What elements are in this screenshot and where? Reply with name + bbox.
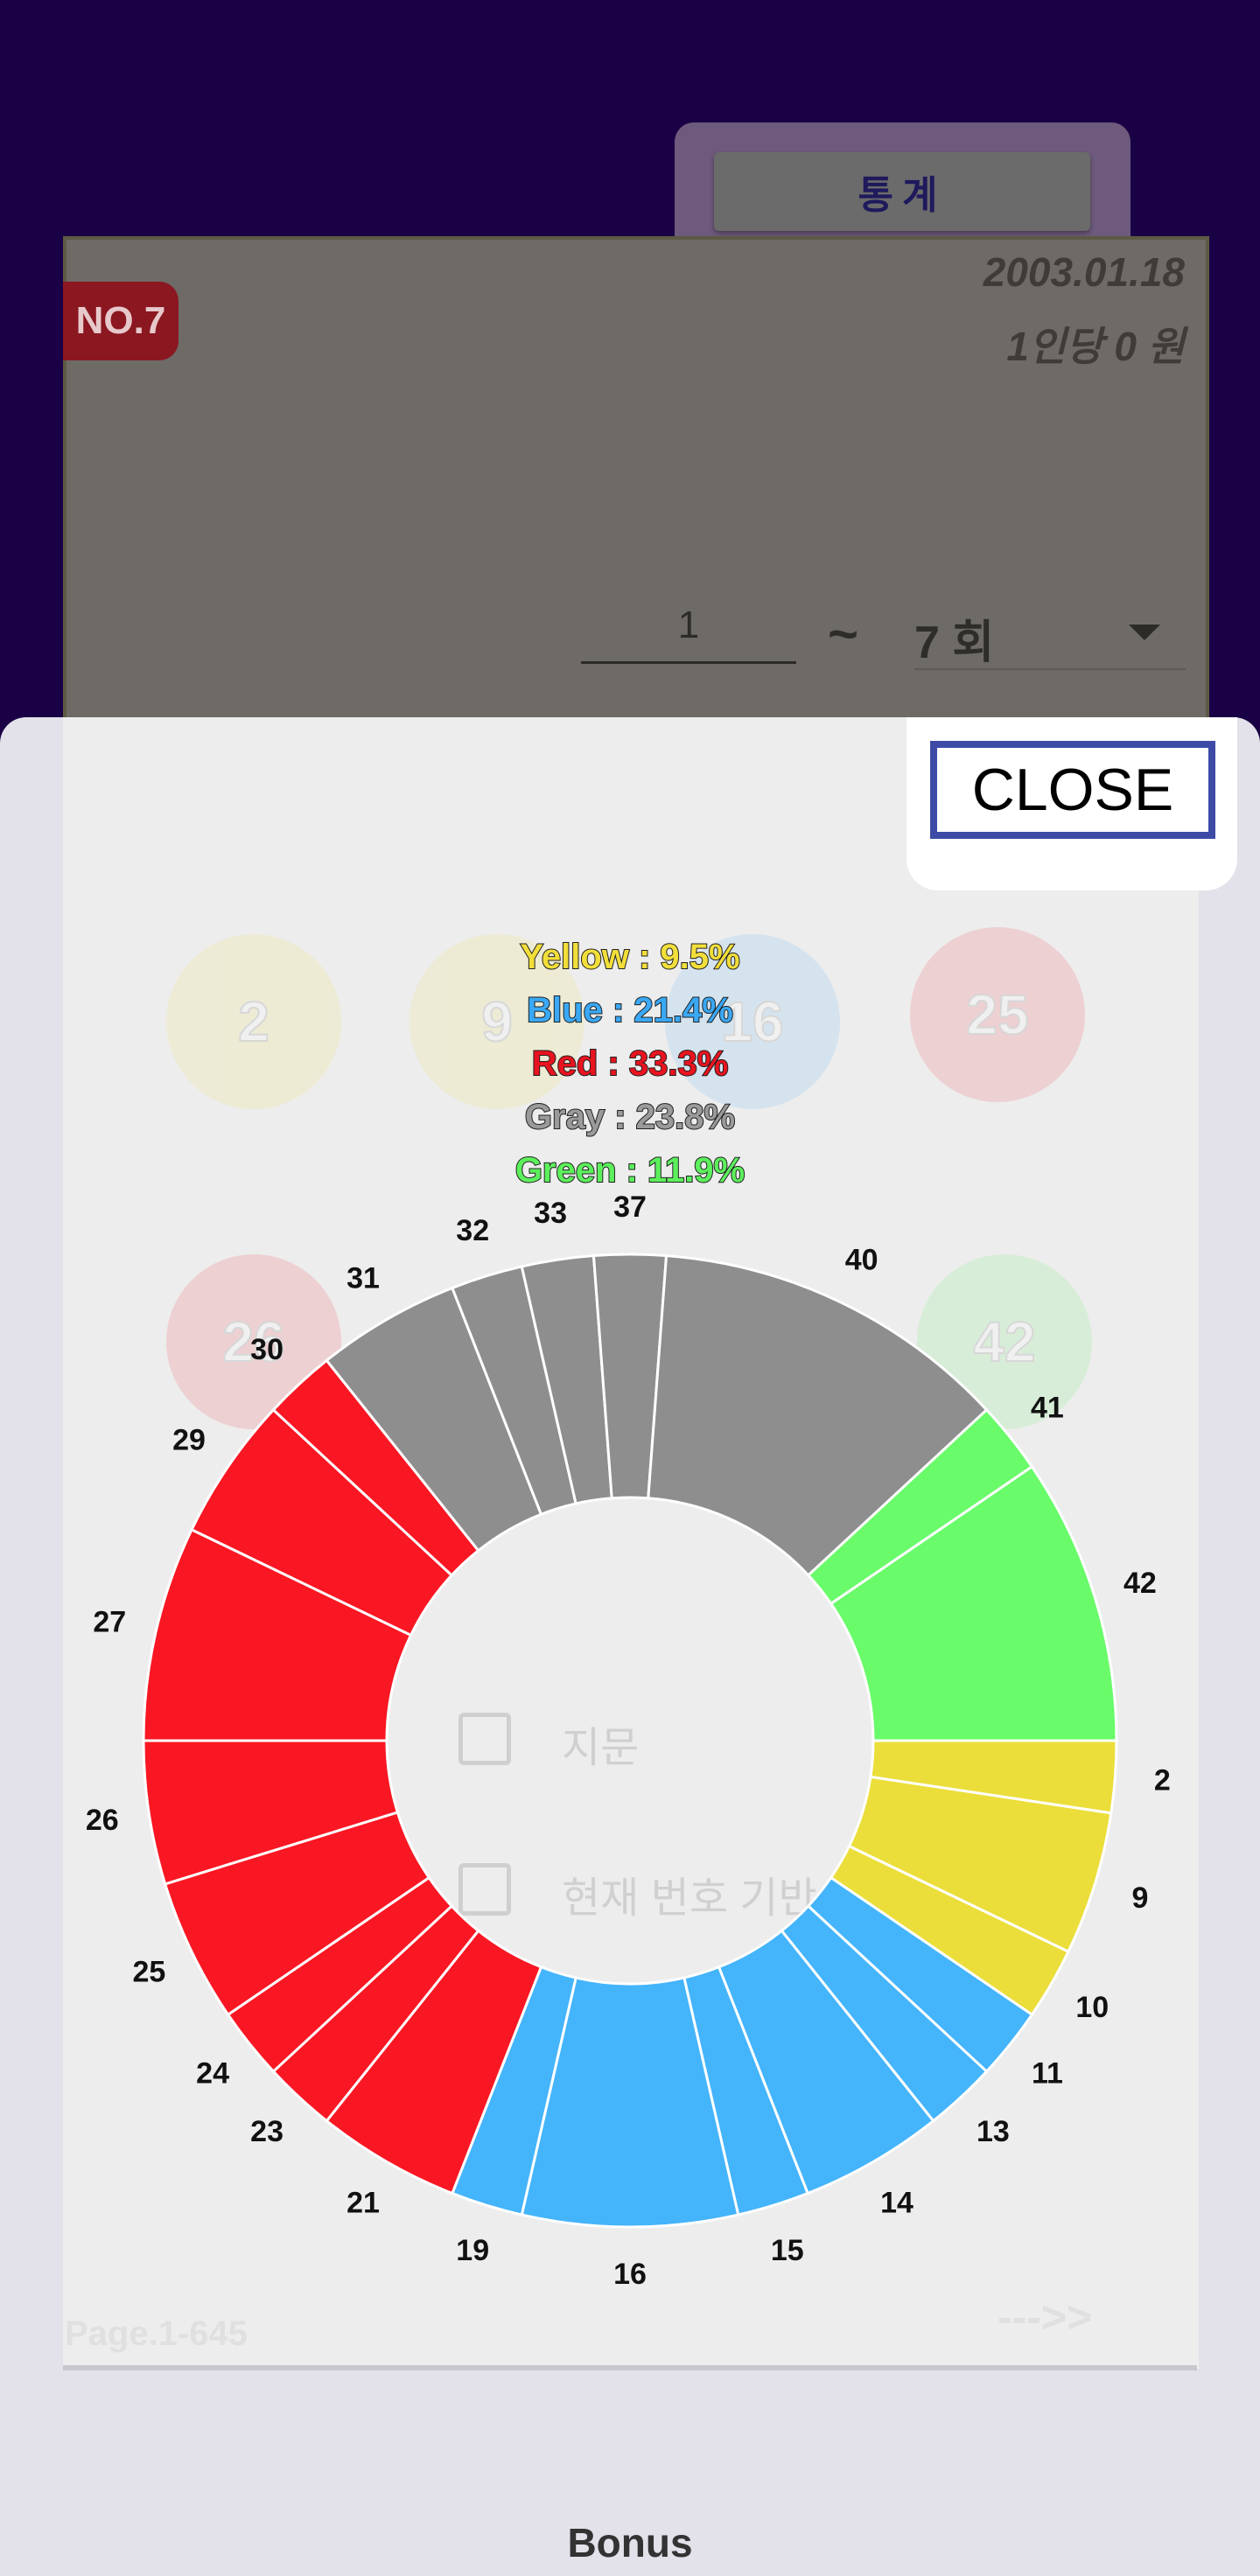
slice-label-2: 2 bbox=[1154, 1764, 1171, 1798]
slice-label-26: 26 bbox=[86, 1804, 119, 1837]
legend-red: Red : 33.3% bbox=[531, 1044, 730, 1084]
slice-label-31: 31 bbox=[346, 1262, 380, 1295]
legend-yellow: Yellow : 9.5% bbox=[519, 937, 740, 977]
draw-number-badge: NO.7 bbox=[63, 282, 178, 360]
slice-label-21: 21 bbox=[346, 2186, 380, 2219]
slice-label-16: 16 bbox=[613, 2258, 647, 2291]
slice-label-13: 13 bbox=[976, 2115, 1010, 2148]
close-button[interactable]: CLOSE bbox=[930, 741, 1215, 839]
draw-date: 2003.01.18 bbox=[983, 249, 1185, 295]
slice-label-15: 15 bbox=[771, 2234, 804, 2267]
slice-label-14: 14 bbox=[880, 2186, 914, 2219]
slice-label-27: 27 bbox=[93, 1605, 126, 1638]
slice-label-41: 41 bbox=[1031, 1392, 1064, 1425]
slice-label-23: 23 bbox=[250, 2115, 284, 2148]
distribution-donut-chart: 29101113141516192123242526272930313233 37… bbox=[86, 1190, 1171, 2291]
slice-label-30: 30 bbox=[250, 1333, 284, 1366]
ghost-next-arrows: --->> bbox=[998, 2293, 1093, 2342]
slice-label-32: 32 bbox=[456, 1214, 489, 1247]
slice-label-29: 29 bbox=[172, 1423, 206, 1456]
legend-gray: Gray : 23.8% bbox=[524, 1097, 736, 1137]
select-underline bbox=[914, 668, 1186, 670]
slice-label-42: 42 bbox=[1124, 1567, 1157, 1600]
to-round-select[interactable]: 7 회 bbox=[914, 605, 994, 671]
legend-blue: Blue : 21.4% bbox=[526, 990, 734, 1030]
panel-shadow bbox=[63, 2365, 1197, 2370]
slice-label-25: 25 bbox=[132, 1956, 165, 1989]
from-round-input[interactable]: 1 bbox=[581, 604, 796, 664]
slice-label-11: 11 bbox=[1032, 2056, 1063, 2090]
slice-label-10: 10 bbox=[1075, 1991, 1109, 2024]
bonus-label: Bonus bbox=[567, 2520, 693, 2566]
ghost-page-indicator: Page.1-645 bbox=[65, 2314, 248, 2353]
statistics-tab-button[interactable]: 통계 bbox=[714, 152, 1090, 231]
slice-label-19: 19 bbox=[456, 2234, 489, 2267]
range-tilde: ~ bbox=[828, 604, 859, 663]
slice-label-24: 24 bbox=[196, 2056, 229, 2090]
slice-label-33: 33 bbox=[534, 1197, 567, 1230]
slice-label-37: 37 bbox=[613, 1190, 647, 1224]
slice-label-40: 40 bbox=[845, 1243, 878, 1276]
chevron-down-icon[interactable] bbox=[1129, 625, 1160, 640]
prize-per-person: 1인당 0 원 bbox=[1006, 324, 1185, 369]
slice-label-9: 9 bbox=[1131, 1881, 1148, 1915]
